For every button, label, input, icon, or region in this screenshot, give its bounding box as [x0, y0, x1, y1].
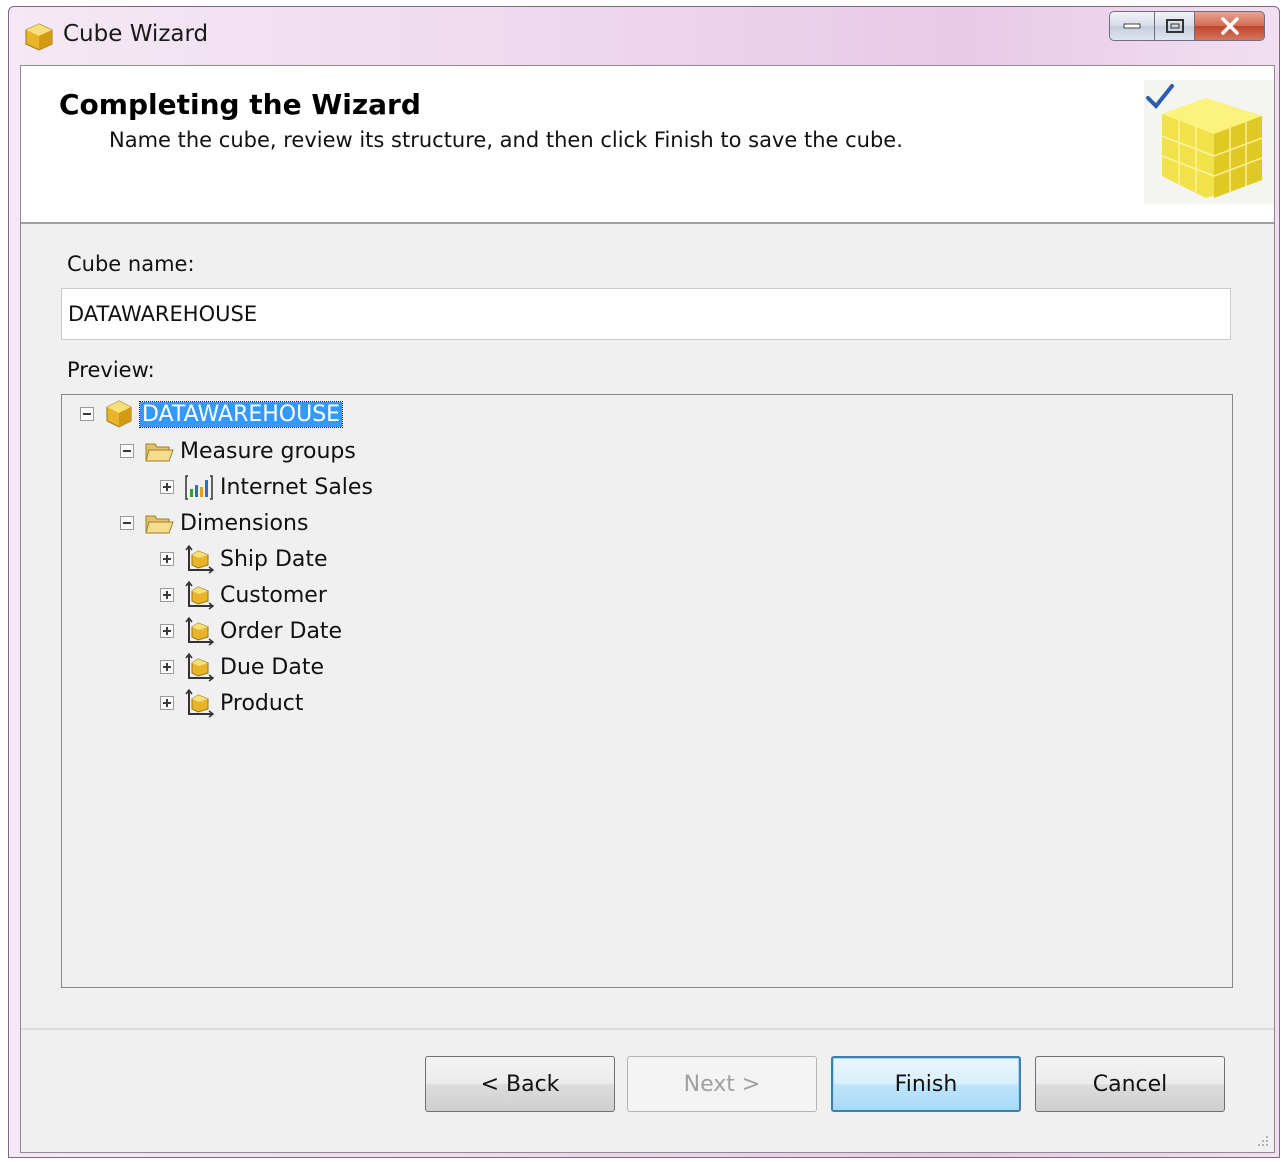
- window-title: Cube Wizard: [63, 21, 209, 47]
- title-bar[interactable]: Cube Wizard: [9, 7, 1279, 65]
- cancel-button[interactable]: Cancel: [1035, 1056, 1225, 1112]
- tree-node-cube[interactable]: DATAWAREHOUSE: [80, 397, 344, 431]
- expand-toggle[interactable]: [160, 660, 174, 674]
- tree-item-label: Product: [220, 690, 304, 716]
- tree-item-label: Internet Sales: [220, 474, 373, 500]
- dimension-icon: [185, 616, 214, 646]
- tree-node-dimensions[interactable]: Dimensions: [120, 506, 308, 540]
- preview-tree[interactable]: DATAWAREHOUSE Measure groups Internet Sa…: [61, 394, 1233, 988]
- dimensions-label: Dimensions: [180, 510, 309, 536]
- wizard-client-area: Completing the Wizard Name the cube, rev…: [20, 65, 1275, 1153]
- close-icon: [1220, 17, 1239, 35]
- close-button[interactable]: [1195, 11, 1265, 41]
- wizard-footer: < Back Next > Finish Cancel: [21, 1028, 1274, 1152]
- page-subtitle: Name the cube, review its structure, and…: [109, 128, 903, 152]
- tree-item-label: Due Date: [220, 654, 324, 680]
- expand-toggle[interactable]: [160, 552, 174, 566]
- tree-item-label: Customer: [220, 582, 327, 608]
- expand-toggle[interactable]: [160, 696, 174, 710]
- dimension-icon: [185, 544, 214, 574]
- open-folder-icon: [145, 443, 174, 462]
- measure-group-chart-icon: [185, 475, 213, 500]
- cube-wizard-window: Cube Wizard Completing the Wizard Name t…: [8, 6, 1280, 1158]
- expand-toggle[interactable]: [160, 480, 174, 494]
- tree-node-dimension[interactable]: Order Date: [160, 614, 342, 648]
- cube-name-label: Cube name:: [67, 252, 195, 276]
- minimize-button[interactable]: [1109, 11, 1155, 41]
- cube-icon: [106, 400, 132, 428]
- wizard-header: Completing the Wizard Name the cube, rev…: [21, 66, 1274, 224]
- expand-toggle[interactable]: [160, 588, 174, 602]
- expand-toggle[interactable]: [160, 624, 174, 638]
- maximize-button[interactable]: [1155, 11, 1195, 41]
- dimension-icon: [185, 652, 214, 682]
- page-title: Completing the Wizard: [59, 88, 421, 121]
- tree-node-measure-group[interactable]: Internet Sales: [160, 470, 373, 504]
- tree-item-label: Ship Date: [220, 546, 328, 572]
- collapse-toggle[interactable]: [120, 444, 134, 458]
- tree-node-dimension[interactable]: Ship Date: [160, 542, 328, 576]
- open-folder-icon: [145, 515, 174, 534]
- tree-node-measure-groups[interactable]: Measure groups: [120, 434, 356, 468]
- collapse-toggle[interactable]: [80, 407, 94, 421]
- cube-name-input[interactable]: [61, 288, 1231, 340]
- finish-button[interactable]: Finish: [831, 1056, 1021, 1112]
- window-controls: [1109, 11, 1265, 43]
- preview-label: Preview:: [67, 358, 155, 382]
- dimension-icon: [185, 580, 214, 610]
- maximize-icon: [1165, 19, 1184, 33]
- back-button[interactable]: < Back: [425, 1056, 615, 1112]
- measure-groups-label: Measure groups: [180, 438, 356, 464]
- tree-item-label: Order Date: [220, 618, 343, 644]
- next-button[interactable]: Next >: [627, 1056, 817, 1112]
- wizard-body: Cube name: Preview: DATAWAREHOUSE: [21, 224, 1274, 1152]
- tree-node-dimension[interactable]: Customer: [160, 578, 327, 612]
- cube-icon: [25, 23, 53, 51]
- tree-node-dimension[interactable]: Due Date: [160, 650, 324, 684]
- collapse-toggle[interactable]: [120, 516, 134, 530]
- cube-node-label[interactable]: DATAWAREHOUSE: [138, 400, 344, 428]
- wizard-cube-check-icon: [1144, 80, 1274, 204]
- minimize-icon: [1123, 23, 1141, 29]
- dimension-icon: [185, 688, 214, 718]
- resize-grip-icon[interactable]: [1254, 1132, 1270, 1148]
- tree-node-dimension[interactable]: Product: [160, 686, 304, 720]
